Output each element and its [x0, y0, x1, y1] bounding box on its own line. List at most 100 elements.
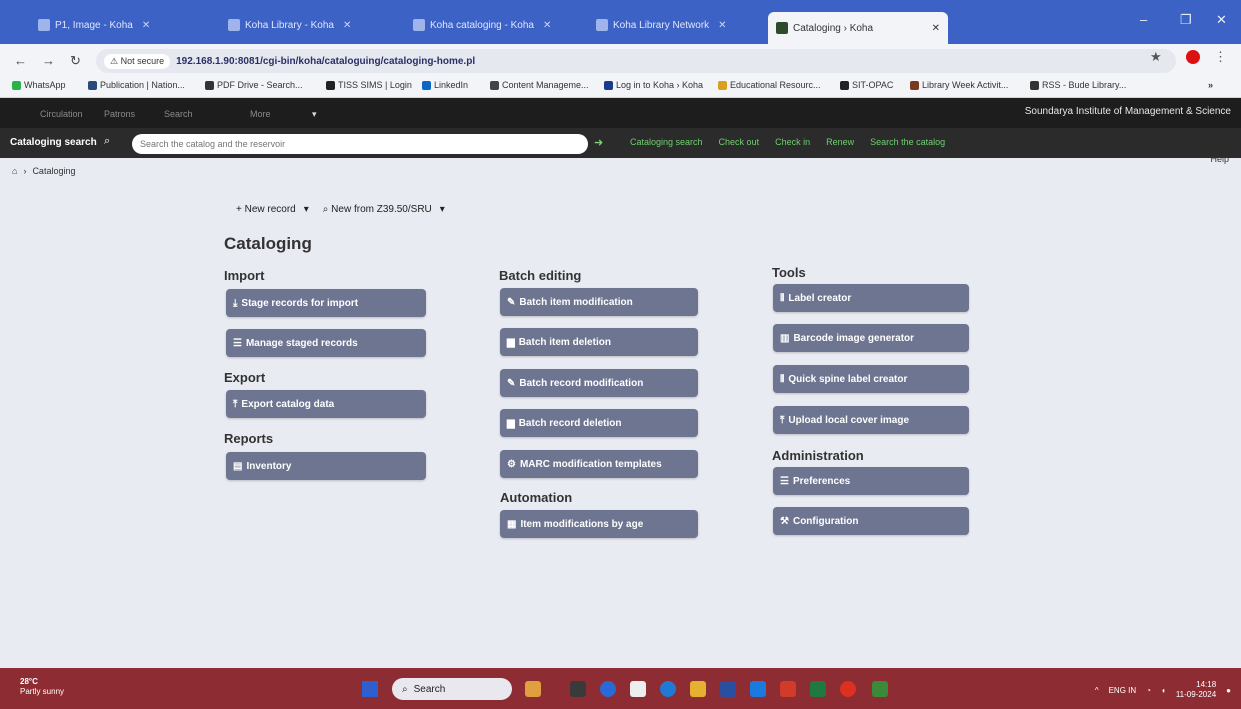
catalog-search-input[interactable]	[132, 134, 588, 154]
marc-templates-button[interactable]: ⚙ MARC modification templates	[500, 450, 698, 478]
widgets-icon[interactable]	[525, 681, 541, 697]
chrome-icon[interactable]	[840, 681, 856, 697]
close-icon[interactable]: ✕	[718, 20, 726, 31]
bookmark-item[interactable]: PDF Drive - Search...	[205, 80, 303, 90]
close-icon[interactable]: ✕	[932, 23, 940, 34]
forward-icon[interactable]: →	[42, 53, 55, 68]
library-name[interactable]: Soundarya Institute of Management & Scie…	[1025, 106, 1231, 117]
close-icon[interactable]: ✕	[543, 20, 551, 31]
windows-start-icon[interactable]	[362, 681, 378, 697]
koha-search-bar: Cataloging search ⌕ ➜ Cataloging search …	[0, 128, 1241, 158]
wifi-icon[interactable]: ◔	[1146, 686, 1151, 695]
bookmark-star-icon[interactable]: ★	[1150, 49, 1162, 65]
language-indicator[interactable]: ENG IN	[1109, 686, 1137, 695]
security-badge[interactable]: ⚠ Not secure	[104, 53, 171, 69]
close-icon[interactable]: ✕	[142, 20, 150, 31]
close-icon[interactable]: ✕	[343, 20, 351, 31]
bookmark-item[interactable]: SIT-OPAC	[840, 80, 893, 90]
excel-icon[interactable]	[810, 681, 826, 697]
office-icon[interactable]	[780, 681, 796, 697]
browser-tab-1[interactable]: P1, Image - Koha ✕	[30, 14, 210, 36]
breadcrumb-cataloging[interactable]: Cataloging	[32, 166, 75, 176]
tab-search-catalog[interactable]: Search the catalog	[870, 137, 945, 147]
clock[interactable]: 14:18 11-09-2024	[1176, 680, 1216, 700]
weather-widget[interactable]: 28°C Partly sunny	[20, 677, 64, 697]
bookmark-item[interactable]: RSS - Bude Library...	[1030, 80, 1126, 90]
chevron-down-icon[interactable]: ▾	[440, 204, 445, 215]
home-icon[interactable]: ⌂	[12, 166, 17, 176]
help-link[interactable]: Help	[1210, 154, 1229, 164]
more-bookmarks-icon[interactable]: »	[1208, 80, 1213, 90]
manage-staged-button[interactable]: ☰ Manage staged records	[226, 329, 426, 357]
bookmark-item[interactable]: Library Week Activit...	[910, 80, 1008, 90]
bookmark-label: TISS SIMS | Login	[338, 80, 412, 90]
bookmark-item[interactable]: LinkedIn	[422, 80, 468, 90]
nav-more[interactable]: More	[250, 109, 271, 119]
nav-patrons[interactable]: Patrons	[104, 109, 135, 119]
configuration-button[interactable]: ⚒ Configuration	[773, 507, 969, 535]
nav-search[interactable]: Search	[164, 109, 193, 119]
minimize-icon[interactable]: –	[1140, 12, 1147, 27]
address-bar: ← → ↻ ⚠ Not secure 192.168.1.90:8081/cgi…	[0, 44, 1241, 76]
export-catalog-button[interactable]: ⤒ Export catalog data	[226, 390, 426, 418]
file-explorer-icon[interactable]	[690, 681, 706, 697]
tab-renew[interactable]: Renew	[826, 137, 854, 147]
barcode-image-generator-button[interactable]: ▥ Barcode image generator	[773, 324, 969, 352]
quick-spine-label-button[interactable]: ⦀ Quick spine label creator	[773, 365, 969, 393]
file-icon[interactable]	[630, 681, 646, 697]
reload-icon[interactable]: ↻	[70, 53, 81, 69]
menu-kebab-icon[interactable]: ⋮	[1214, 49, 1227, 65]
batch-record-modification-button[interactable]: ✎ Batch record modification	[500, 369, 698, 397]
cart-icon[interactable]: ▾	[312, 109, 317, 120]
chat-icon[interactable]	[600, 681, 616, 697]
tab-check-out[interactable]: Check out	[719, 137, 760, 147]
volume-icon[interactable]: ◖	[1161, 686, 1166, 695]
back-icon[interactable]: ←	[14, 53, 27, 68]
store-icon[interactable]	[720, 681, 736, 697]
edge-icon[interactable]	[660, 681, 676, 697]
inventory-button[interactable]: ▤ Inventory	[226, 452, 426, 480]
new-z3950-button[interactable]: ⌕ New from Z39.50/SRU ▾	[323, 204, 445, 215]
browser-tab-2[interactable]: Koha Library - Koha ✕	[220, 14, 390, 36]
maximize-icon[interactable]: ❐	[1180, 12, 1192, 28]
nav-circulation[interactable]: Circulation	[40, 109, 83, 119]
url-field[interactable]: ⚠ Not secure 192.168.1.90:8081/cgi-bin/k…	[96, 49, 1176, 73]
bookmark-item[interactable]: TISS SIMS | Login	[326, 80, 412, 90]
chevron-up-icon[interactable]: ^	[1095, 686, 1099, 695]
profile-avatar[interactable]	[1186, 50, 1200, 64]
tab-check-in[interactable]: Check in	[775, 137, 810, 147]
preferences-button[interactable]: ☰ Preferences	[773, 467, 969, 495]
bookmark-item[interactable]: Log in to Koha › Koha	[604, 80, 703, 90]
new-record-button[interactable]: + New record ▾	[236, 204, 309, 215]
close-window-icon[interactable]: ✕	[1216, 12, 1227, 28]
bookmark-item[interactable]: WhatsApp	[12, 80, 66, 90]
bookmark-item[interactable]: Educational Resourc...	[718, 80, 821, 90]
chevron-down-icon[interactable]: ▾	[304, 204, 309, 215]
taskbar-search[interactable]: ⌕ Search	[392, 678, 512, 700]
submit-arrow-icon[interactable]: ➜	[594, 136, 603, 149]
bookmark-item[interactable]: Content Manageme...	[490, 80, 589, 90]
notification-icon[interactable]: ●	[1226, 686, 1231, 695]
label-creator-button[interactable]: ⦀ Label creator	[773, 284, 969, 312]
search-type-label[interactable]: Cataloging search	[10, 137, 97, 148]
batch-item-modification-button[interactable]: ✎ Batch item modification	[500, 288, 698, 316]
tab-cataloging-search[interactable]: Cataloging search	[630, 137, 703, 147]
browser-tab-4[interactable]: Koha Library Network ✕	[588, 14, 763, 36]
stage-records-button[interactable]: ⤓ Stage records for import	[226, 289, 426, 317]
app-icon[interactable]	[872, 681, 888, 697]
item-modifications-by-age-button[interactable]: ▦ Item modifications by age	[500, 510, 698, 538]
batch-record-deletion-button[interactable]: ▆ Batch record deletion	[500, 409, 698, 437]
button-label: Export catalog data	[241, 398, 335, 410]
mail-icon[interactable]	[750, 681, 766, 697]
gear-icon: ⚙	[507, 458, 516, 470]
task-view-icon[interactable]	[570, 681, 586, 697]
bookmarks-bar: WhatsApp Publication | Nation... PDF Dri…	[0, 76, 1241, 98]
batch-item-deletion-button[interactable]: ▆ Batch item deletion	[500, 328, 698, 356]
list-icon: ☰	[233, 337, 242, 349]
bookmark-item[interactable]: Publication | Nation...	[88, 80, 185, 90]
section-reports-title: Reports	[224, 431, 274, 446]
browser-tab-active[interactable]: Cataloging › Koha ✕	[768, 12, 948, 44]
browser-tab-3[interactable]: Koha cataloging - Koha ✕	[405, 14, 580, 36]
koha-icon	[776, 22, 788, 34]
upload-cover-image-button[interactable]: ⤒ Upload local cover image	[773, 406, 969, 434]
